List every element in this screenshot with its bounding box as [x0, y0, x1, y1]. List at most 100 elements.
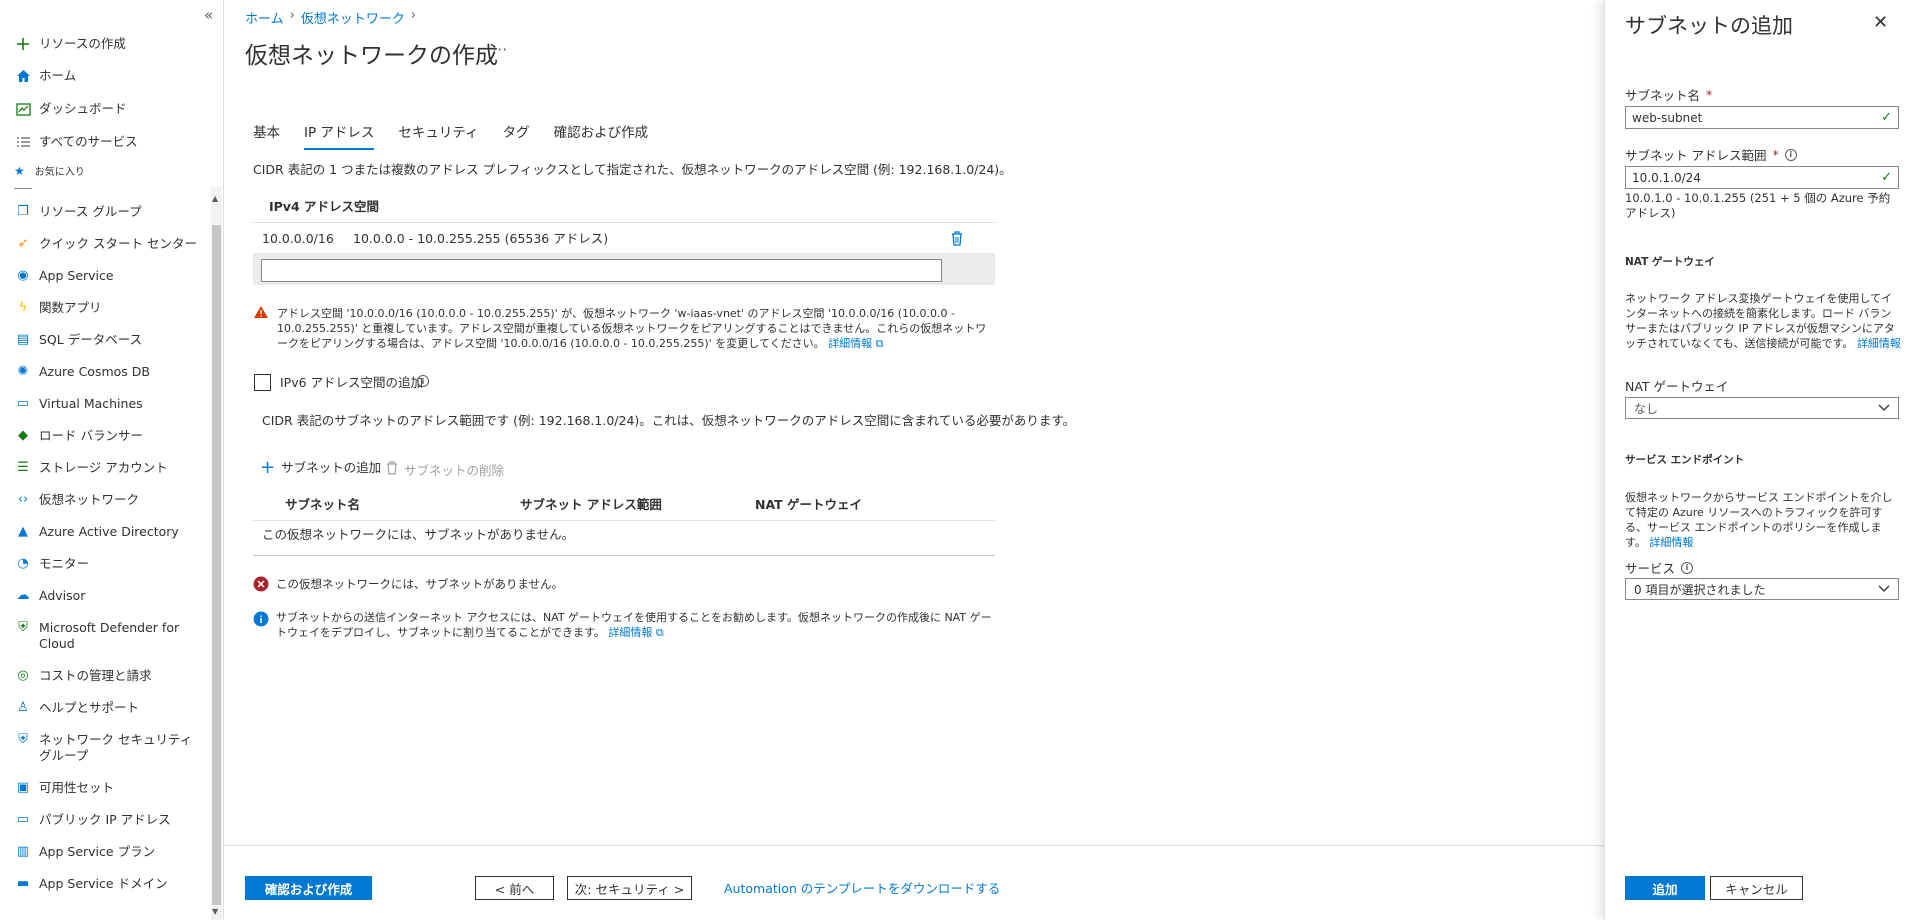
nat-learn-more-link[interactable]: 詳細情報 [1857, 337, 1901, 350]
sidebar-item-label: コストの管理と請求 [39, 668, 152, 683]
subnet-name-input[interactable]: web-subnet ✓ [1625, 106, 1899, 129]
sidebar-item-resource-group[interactable]: ❒ リソース グループ [14, 204, 204, 220]
function-app-icon: ϟ [18, 300, 28, 315]
sidebar-item-sql-database[interactable]: ▤ SQL データベース [14, 332, 204, 348]
sidebar-item-app-service-plan[interactable]: ▥ App Service プラン [14, 844, 204, 860]
download-template-link[interactable]: Automation のテンプレートをダウンロードする [724, 881, 1000, 897]
panel-title: サブネットの追加 [1625, 14, 1793, 38]
next-button[interactable]: 次: セキュリティ > [567, 876, 692, 900]
scroll-down-icon[interactable]: ▼ [212, 907, 218, 916]
plus-icon: + [260, 457, 276, 478]
sidebar-item-app-service-domain[interactable]: ▬ App Service ドメイン [14, 876, 204, 892]
tab-ip-addresses[interactable]: IP アドレス [304, 121, 375, 150]
delete-icon [386, 461, 398, 478]
sidebar-item-label: ホーム [39, 68, 77, 83]
sidebar-item-label: リソースの作成 [39, 36, 126, 51]
subnet-range-hint: 10.0.1.0 - 10.0.1.255 (251 + 5 個の Azure … [1625, 191, 1891, 220]
advisor-icon: ☁ [16, 588, 30, 603]
sidebar-item-label: ヘルプとサポート [39, 700, 140, 715]
sidebar-item-label: リソース グループ [39, 204, 142, 219]
sidebar-item-monitor[interactable]: ◔ モニター [14, 556, 204, 572]
sidebar: « リソースの作成 ホーム ダッシュボード すべてのサービス ★ お気に入り ❒… [0, 0, 224, 920]
sidebar-item-label: App Service ドメイン [39, 876, 168, 891]
collapse-sidebar-icon[interactable]: « [204, 6, 213, 24]
subnet-range-input[interactable]: 10.0.1.0/24 ✓ [1625, 166, 1899, 189]
more-options-icon[interactable]: ··· [492, 40, 507, 59]
sidebar-item-advisor[interactable]: ☁ Advisor [14, 588, 204, 604]
add-button[interactable]: 追加 [1625, 876, 1705, 900]
sidebar-item-label: ネットワーク セキュリティ グループ [39, 732, 193, 763]
info-icon[interactable]: i [417, 375, 429, 387]
breadcrumb: ホーム › 仮想ネットワーク › [245, 8, 416, 27]
close-icon[interactable]: ✕ [1873, 12, 1888, 33]
ip-description: CIDR 表記の 1 つまたは複数のアドレス プレフィックスとして指定された、仮… [253, 162, 1012, 177]
sidebar-item-function-app[interactable]: ϟ 関数アプリ [14, 300, 204, 316]
network-security-group-icon: ⛨ [18, 732, 28, 747]
warning-icon [253, 305, 269, 319]
warning-learn-more-link[interactable]: 詳細情報 [828, 337, 872, 350]
sidebar-item-app-service[interactable]: ◉ App Service [14, 268, 204, 284]
delete-icon[interactable] [950, 230, 964, 249]
sidebar-item-virtual-machine[interactable]: ▭ Virtual Machines [14, 396, 204, 412]
info-learn-more-link[interactable]: 詳細情報 [608, 626, 652, 639]
tab-basics[interactable]: 基本 [253, 121, 280, 150]
sidebar-item-label: ダッシュボード [39, 101, 127, 116]
sidebar-scroll-thumb[interactable] [212, 225, 221, 905]
divider [253, 555, 995, 556]
load-balancer-icon: ◆ [18, 428, 28, 443]
sidebar-item-cosmos-db[interactable]: ✺ Azure Cosmos DB [14, 364, 204, 380]
delete-subnet-button[interactable]: サブネットの削除 [386, 460, 504, 479]
tab-tags[interactable]: タグ [503, 121, 530, 150]
service-endpoint-header: サービス エンドポイント [1625, 454, 1745, 466]
scroll-up-icon[interactable]: ▲ [212, 194, 218, 203]
sidebar-item-all-services[interactable]: すべてのサービス [14, 134, 204, 150]
plus-icon [14, 36, 32, 52]
breadcrumb-home[interactable]: ホーム [245, 8, 284, 27]
endpoint-description: 仮想ネットワークからサービス エンドポイントを介して特定の Azure リソース… [1625, 491, 1893, 549]
external-link-icon: ⧉ [875, 337, 884, 350]
sidebar-item-network-security-group[interactable]: ⛨ ネットワーク セキュリティ グループ [14, 732, 204, 764]
info-icon[interactable]: i [1681, 561, 1694, 574]
required-marker: * [1706, 87, 1713, 102]
sidebar-item-label: クイック スタート センター [39, 236, 197, 251]
add-subnet-button[interactable]: + サブネットの追加 [260, 457, 381, 478]
sidebar-item-label: Azure Cosmos DB [39, 364, 150, 379]
overlap-warning: アドレス空間 '10.0.0.0/16 (10.0.0.0 - 10.0.255… [277, 307, 987, 350]
sidebar-item-label: 仮想ネットワーク [39, 492, 140, 507]
sidebar-item-cost-management[interactable]: ◎ コストの管理と請求 [14, 668, 204, 684]
sidebar-item-dashboard[interactable]: ダッシュボード [14, 101, 204, 117]
breadcrumb-virtual-network[interactable]: 仮想ネットワーク [301, 8, 405, 27]
info-icon[interactable]: i [1784, 148, 1797, 161]
help-support-icon: ♙ [17, 700, 29, 715]
tab-review-create[interactable]: 確認および作成 [554, 121, 649, 150]
ipv6-checkbox[interactable] [254, 374, 271, 391]
sidebar-item-load-balancer[interactable]: ◆ ロード バランサー [14, 428, 204, 444]
sidebar-item-active-directory[interactable]: ▲ Azure Active Directory [14, 524, 204, 540]
sidebar-item-virtual-network[interactable]: ‹› 仮想ネットワーク [14, 492, 204, 508]
nat-gateway-select[interactable]: なし [1625, 397, 1899, 419]
sidebar-item-help-support[interactable]: ♙ ヘルプとサポート [14, 700, 204, 716]
rocket-icon: ➶ [17, 236, 29, 251]
sidebar-item-availability-set[interactable]: ▣ 可用性セット [14, 780, 204, 796]
services-select[interactable]: 0 項目が選択されました [1625, 578, 1899, 600]
breadcrumb-separator: › [410, 8, 417, 23]
sidebar-item-home[interactable]: ホーム [14, 68, 204, 84]
page-title: 仮想ネットワークの作成 [245, 43, 498, 69]
new-address-input[interactable] [261, 259, 942, 282]
sidebar-item-rocket[interactable]: ➶ クイック スタート センター [14, 236, 204, 252]
sidebar-item-defender[interactable]: ⛨ Microsoft Defender for Cloud [14, 620, 204, 652]
nat-info-message: サブネットからの送信インターネット アクセスには、NAT ゲートウェイを使用する… [276, 611, 992, 639]
endpoint-learn-more-link[interactable]: 詳細情報 [1649, 536, 1693, 549]
sidebar-item-public-ip[interactable]: ▭ パブリック IP アドレス [14, 812, 204, 828]
nat-section-header: NAT ゲートウェイ [1625, 256, 1715, 268]
star-icon: ★ [14, 163, 25, 178]
checkmark-icon: ✓ [1881, 170, 1892, 185]
cancel-button[interactable]: キャンセル [1710, 876, 1803, 900]
sidebar-item-create-resource[interactable]: リソースの作成 [14, 36, 204, 52]
previous-button[interactable]: < 前へ [475, 876, 554, 900]
sidebar-item-label: 関数アプリ [39, 300, 102, 315]
tab-security[interactable]: セキュリティ [398, 121, 478, 150]
sidebar-item-storage-account[interactable]: ☰ ストレージ アカウント [14, 460, 204, 476]
review-create-button[interactable]: 確認および作成 [245, 876, 372, 900]
home-icon [14, 68, 32, 84]
